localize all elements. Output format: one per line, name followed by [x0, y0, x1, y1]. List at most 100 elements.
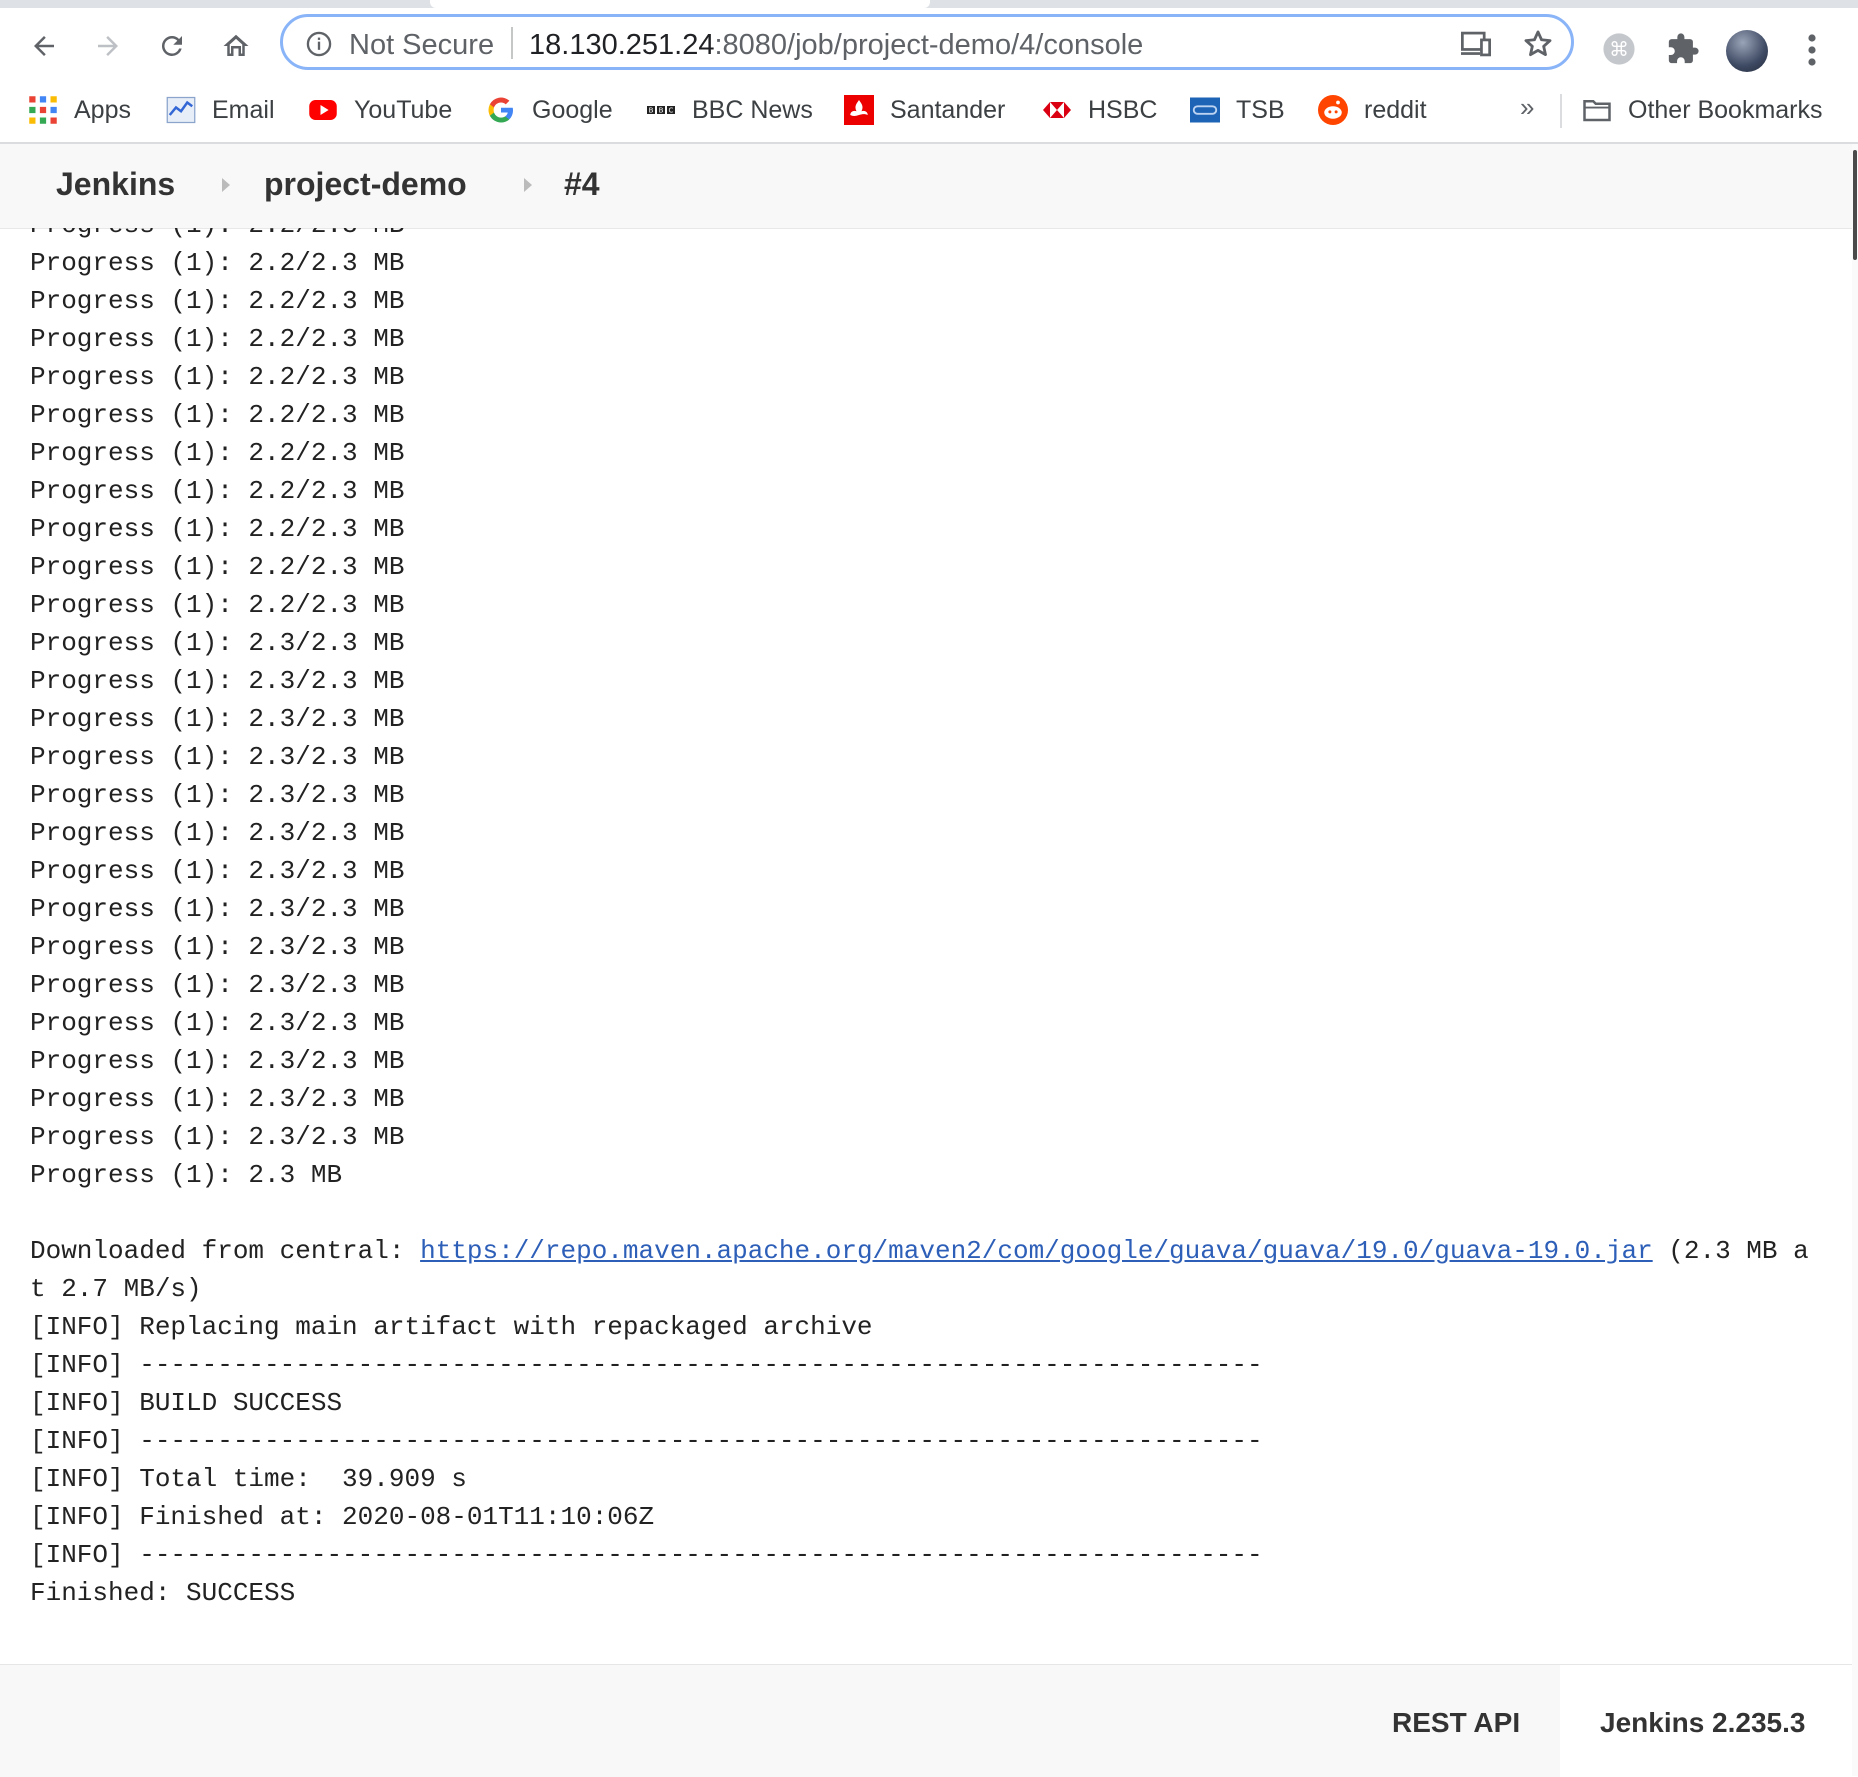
home-button[interactable] [214, 24, 258, 68]
bookmark-email[interactable]: Email [166, 92, 275, 128]
bookmark-label: TSB [1236, 95, 1285, 124]
apps-grid-icon [29, 96, 57, 124]
tab-strip [0, 0, 1858, 8]
console-line: [INFO] Replacing main artifact with repa… [30, 1312, 873, 1342]
console-line: Progress (1): 2.2/2.3 MB [30, 476, 405, 506]
reload-button[interactable] [150, 24, 194, 68]
console-line: Progress (1): 2.3/2.3 MB [30, 1008, 405, 1038]
console-line: Progress (1): 2.3/2.3 MB [30, 666, 405, 696]
console-line: Progress (1): 2.3/2.3 MB [30, 894, 405, 924]
console-line: [INFO] ---------------------------------… [30, 1350, 1263, 1380]
url-text[interactable]: 18.130.251.24:8080/job/project-demo/4/co… [529, 29, 1143, 62]
breadcrumb-jenkins[interactable]: Jenkins [56, 166, 175, 203]
bookmark-label: Santander [890, 95, 1006, 124]
page-footer: REST API Jenkins 2.235.3 [0, 1664, 1852, 1777]
device-icon[interactable] [1459, 29, 1493, 59]
console-line: [INFO] ---------------------------------… [30, 1426, 1263, 1456]
bookmark-reddit[interactable]: reddit [1318, 92, 1427, 128]
address-bar[interactable]: Not Secure 18.130.251.24:8080/job/projec… [280, 14, 1574, 70]
svg-text:C: C [669, 107, 674, 115]
console-line: Finished: SUCCESS [30, 1578, 296, 1608]
bookmarks-bar: Apps Email YouTube Google BBC BBC News S… [0, 80, 1858, 144]
console-line: Progress (1): 2.2/2.3 MB [30, 248, 405, 278]
youtube-icon [309, 100, 337, 120]
breadcrumb-project-demo[interactable]: project-demo [264, 166, 467, 203]
back-button[interactable] [22, 24, 66, 68]
breadcrumb-build-number[interactable]: #4 [564, 166, 600, 203]
email-icon [166, 96, 196, 124]
bbc-icon: BBC [647, 106, 675, 115]
console-text: Progress (1): 2.2/2.3 MB Progress (1): 2… [30, 228, 1820, 1612]
bookmark-label: Google [532, 95, 613, 124]
console-line: Progress (1): 2.3/2.3 MB [30, 742, 405, 772]
console-line: Progress (1): 2.2/2.3 MB [30, 362, 405, 392]
console-line: [INFO] ---------------------------------… [30, 1540, 1263, 1570]
breadcrumb: Jenkins project-demo #4 [0, 144, 1852, 229]
jenkins-version-link[interactable]: Jenkins 2.235.3 [1600, 1707, 1805, 1739]
artifact-download-link[interactable]: https://repo.maven.apache.org/maven2/com… [420, 1236, 1653, 1266]
command-extension-icon[interactable]: ⌘ [1602, 32, 1636, 66]
url-host: 18.130.251.24 [529, 29, 715, 61]
bookmark-label: Apps [74, 95, 131, 124]
scrollbar-track[interactable] [1852, 144, 1858, 1776]
console-line: Progress (1): 2.2/2.3 MB [30, 400, 405, 430]
console-line: Progress (1): 2.3/2.3 MB [30, 780, 405, 810]
info-icon[interactable] [305, 30, 333, 58]
console-line: Progress (1): 2.3 MB [30, 1160, 343, 1190]
omnibox-divider [511, 27, 513, 59]
folder-icon [1583, 100, 1611, 122]
console-line: Progress (1): 2.2/2.3 MB [30, 228, 404, 240]
console-line: Progress (1): 2.3/2.3 MB [30, 1046, 405, 1076]
svg-text:⌘: ⌘ [1609, 38, 1629, 61]
bookmark-tsb[interactable]: TSB [1190, 92, 1285, 128]
bookmark-youtube[interactable]: YouTube [308, 92, 452, 128]
puzzle-extensions-icon[interactable] [1666, 32, 1700, 66]
rest-api-link[interactable]: REST API [1392, 1707, 1520, 1739]
santander-icon [844, 95, 874, 125]
console-line: [INFO] Total time: 39.909 s [30, 1464, 467, 1494]
hsbc-icon [1043, 102, 1071, 118]
console-line: [INFO] Finished at: 2020-08-01T11:10:06Z [30, 1502, 655, 1532]
console-line: Progress (1): 2.3/2.3 MB [30, 1084, 405, 1114]
progress-lines: Progress (1): 2.2/2.3 MB Progress (1): 2… [30, 248, 404, 1190]
console-output: Progress (1): 2.2/2.3 MB Progress (1): 2… [30, 228, 1820, 1612]
active-tab-edge [430, 0, 930, 8]
other-bookmarks[interactable]: Other Bookmarks [1582, 92, 1823, 128]
google-icon [488, 97, 513, 123]
reddit-icon [1318, 95, 1348, 125]
console-line: Progress (1): 2.2/2.3 MB [30, 514, 405, 544]
console-line: Progress (1): 2.2/2.3 MB [30, 438, 405, 468]
bookmark-santander[interactable]: Santander [844, 92, 1005, 128]
svg-text:B: B [659, 107, 664, 115]
forward-button[interactable] [86, 24, 130, 68]
tsb-icon [1190, 97, 1220, 123]
breadcrumb-chevron-icon[interactable] [222, 178, 230, 192]
console-line: Progress (1): 2.3/2.3 MB [30, 932, 405, 962]
scrollbar-thumb[interactable] [1853, 150, 1857, 260]
console-line: Progress (1): 2.2/2.3 MB [30, 286, 405, 316]
bookmark-hsbc[interactable]: HSBC [1042, 92, 1157, 128]
security-label[interactable]: Not Secure [349, 29, 494, 62]
bookmark-star-icon[interactable] [1521, 27, 1555, 61]
bookmark-label: YouTube [354, 95, 453, 124]
console-line: Progress (1): 2.3/2.3 MB [30, 970, 405, 1000]
other-bookmarks-label: Other Bookmarks [1628, 95, 1823, 124]
breadcrumb-chevron-icon[interactable] [524, 178, 532, 192]
more-menu-icon[interactable] [1800, 32, 1824, 68]
bookmark-bbc-news[interactable]: BBC BBC News [646, 92, 813, 128]
console-line: Progress (1): 2.3/2.3 MB [30, 1122, 405, 1152]
arrow-right-icon [98, 36, 118, 56]
console-line: Progress (1): 2.3/2.3 MB [30, 818, 405, 848]
bookmark-apps[interactable]: Apps [28, 92, 131, 128]
console-line: Progress (1): 2.2/2.3 MB [30, 590, 405, 620]
bookmark-label: Email [212, 95, 275, 124]
url-path: :8080/job/project-demo/4/console [714, 29, 1144, 61]
console-line: Progress (1): 2.3/2.3 MB [30, 628, 405, 658]
bookmark-label: HSBC [1088, 95, 1158, 124]
more-bookmarks-chevron-icon[interactable]: » [1520, 92, 1534, 123]
bookmarks-divider [1560, 94, 1562, 128]
browser-toolbar: Not Secure 18.130.251.24:8080/job/projec… [0, 8, 1858, 80]
profile-avatar[interactable] [1726, 30, 1768, 72]
bookmark-google[interactable]: Google [486, 92, 613, 128]
home-icon [223, 34, 249, 56]
